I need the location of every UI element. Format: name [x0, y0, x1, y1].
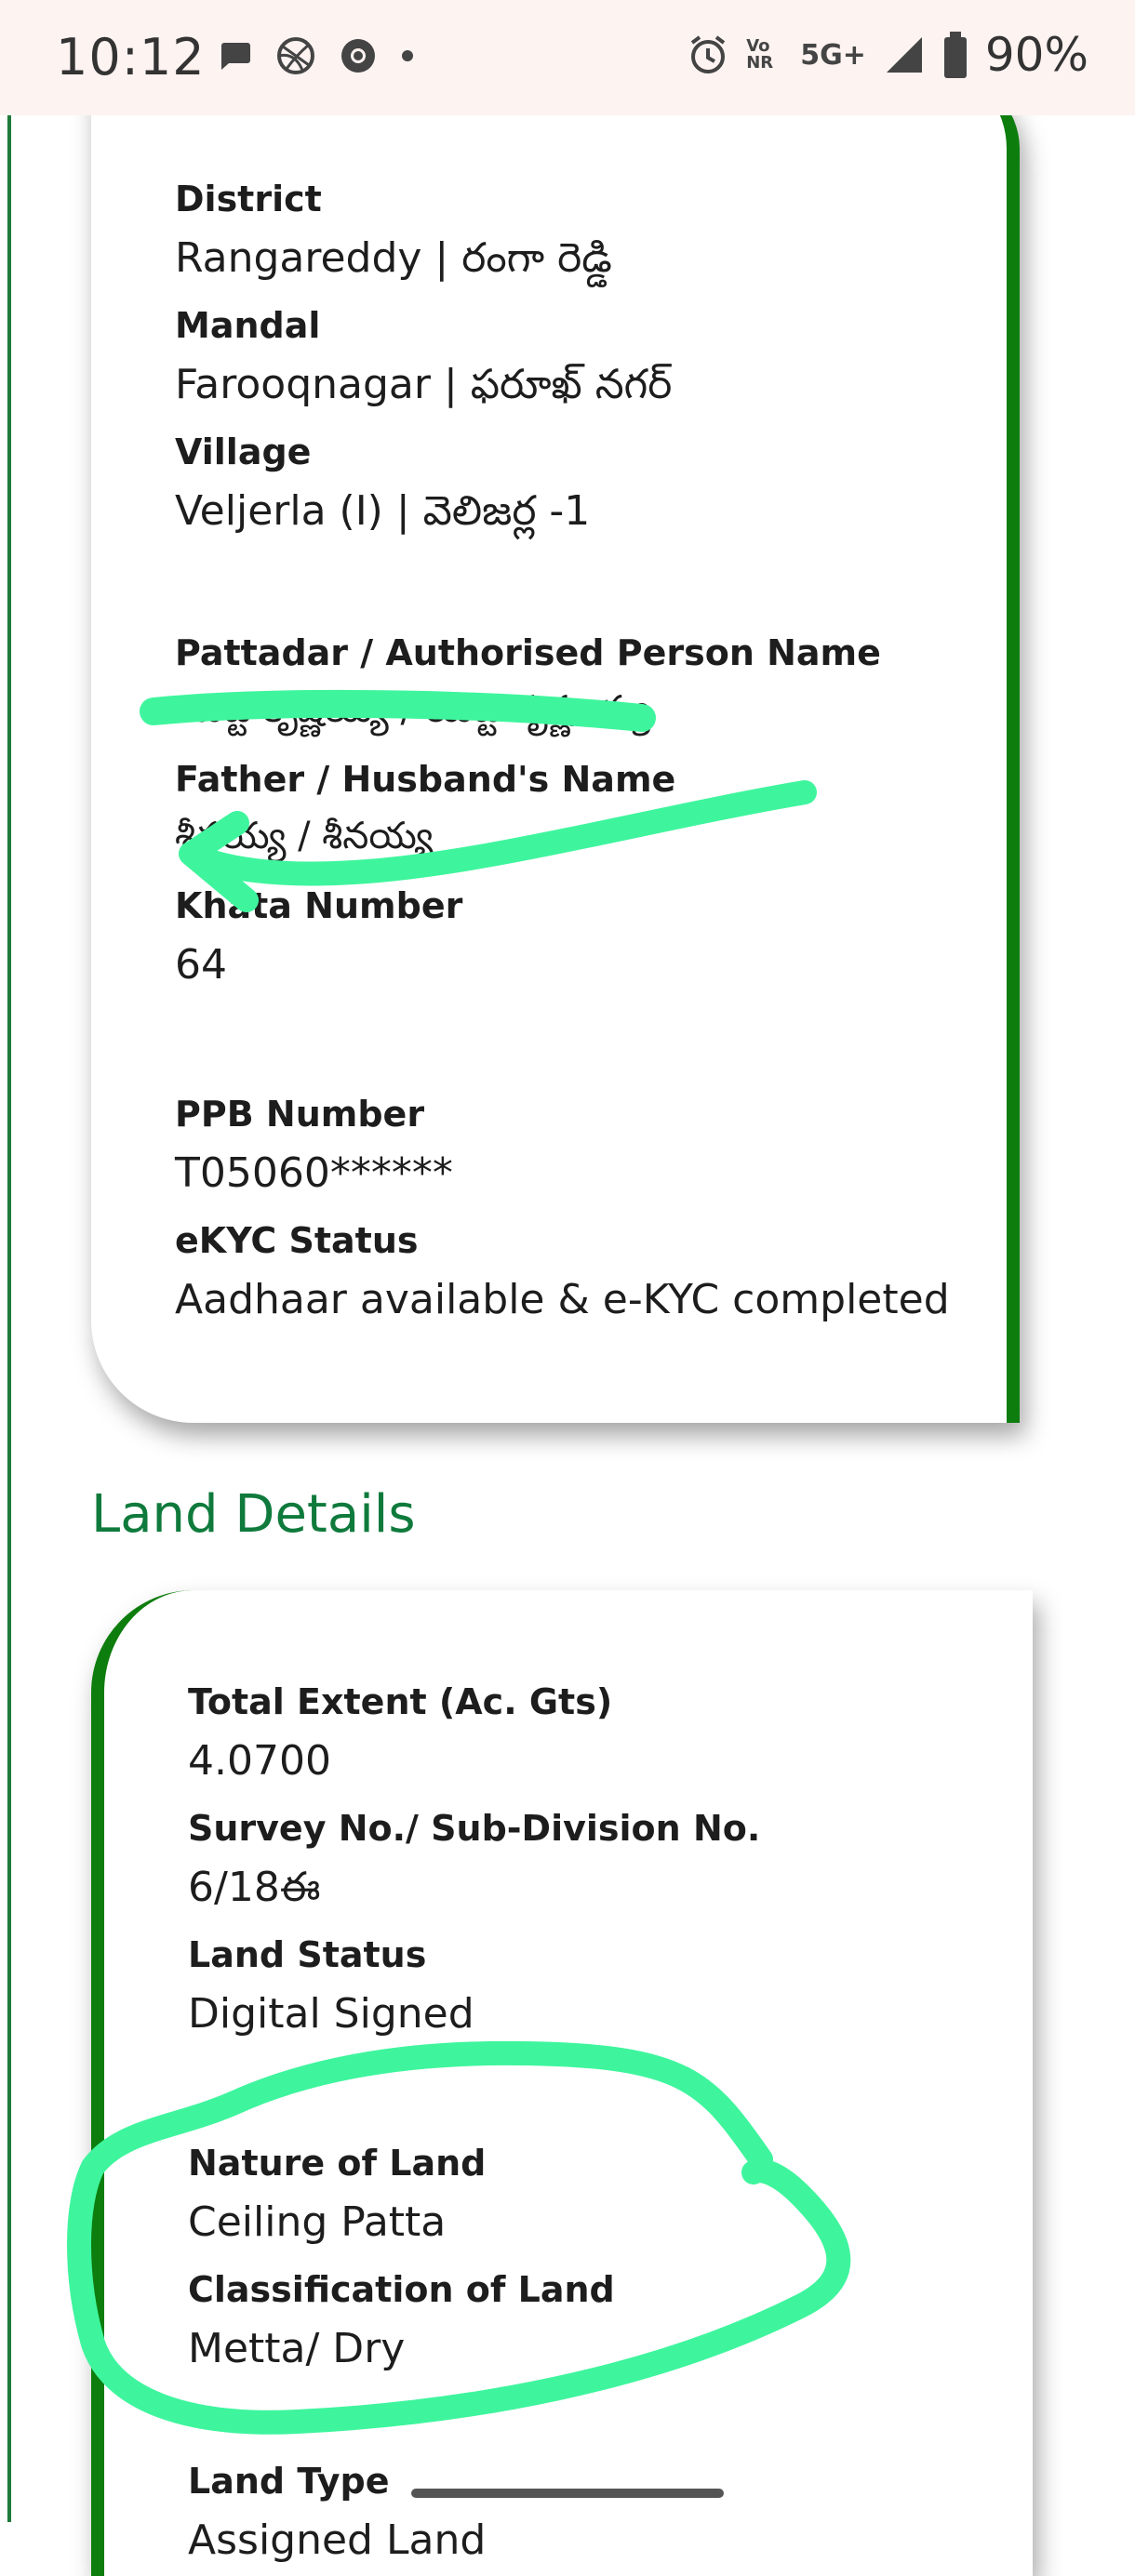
- pattadar-value: యట్ట కృష్ణయ్య / యట్ట కృష్ణ య్య: [175, 688, 651, 731]
- village-label: Village: [175, 432, 312, 472]
- classification-value: Metta/ Dry: [188, 2325, 406, 2372]
- survey-number-value: 6/18ఈ: [188, 1864, 321, 1911]
- home-indicator[interactable]: [411, 2489, 724, 2498]
- notification-icons: [216, 35, 415, 76]
- clock: 10:12: [56, 28, 206, 86]
- volte-indicator: Vo NR: [746, 36, 774, 73]
- owner-details-card: District Rangareddy | రంగా రెడ్డి Mandal…: [91, 74, 1020, 1423]
- land-status-value: Digital Signed: [188, 1990, 474, 2038]
- land-status-label: Land Status: [188, 1934, 427, 1975]
- total-extent-value: 4.0700: [188, 1737, 331, 1785]
- khata-number-label: Khata Number: [175, 885, 463, 926]
- status-bar: 10:12 Vo NR 5G+ 90%: [0, 0, 1135, 115]
- village-value: Veljerla (I) | వెలిజర్ల -1: [175, 487, 591, 535]
- ekyc-status-value: Aadhaar available & e-KYC completed: [175, 1276, 950, 1323]
- father-name-label: Father / Husband's Name: [175, 759, 676, 800]
- nature-of-land-label: Nature of Land: [188, 2143, 487, 2184]
- classification-label: Classification of Land: [188, 2269, 615, 2310]
- chrome-icon: [341, 39, 375, 73]
- khata-number-value: 64: [175, 941, 227, 989]
- mandal-label: Mandal: [175, 305, 321, 346]
- father-name-value: శీనయ్య / శీనయ్య: [175, 815, 434, 857]
- basketball-icon: [277, 37, 314, 74]
- alarm-icon: [691, 35, 726, 73]
- mandal-value: Farooqnagar | ఫరూఖ్ నగర్: [175, 361, 673, 408]
- left-border-rail: [7, 115, 11, 2522]
- battery-percent: 90%: [984, 28, 1088, 82]
- district-value: Rangareddy | రంగా రెడ్డి: [175, 234, 612, 282]
- system-icons: Vo NR 5G+ 90%: [687, 28, 1088, 82]
- pattadar-label: Pattadar / Authorised Person Name: [175, 632, 881, 673]
- ppb-number-value: T05060******: [175, 1149, 453, 1197]
- district-label: District: [175, 179, 322, 219]
- ppb-number-label: PPB Number: [175, 1094, 425, 1135]
- land-type-label: Land Type: [188, 2461, 390, 2502]
- network-type: 5G+: [800, 38, 866, 72]
- nature-of-land-value: Ceiling Patta: [188, 2198, 447, 2246]
- message-icon: [221, 43, 250, 70]
- battery-icon: [943, 32, 967, 78]
- total-extent-label: Total Extent (Ac. Gts): [188, 1681, 613, 1722]
- land-details-card: Total Extent (Ac. Gts) 4.0700 Survey No.…: [91, 1590, 1033, 2576]
- land-type-value: Assigned Land: [188, 2516, 487, 2564]
- ekyc-status-label: eKYC Status: [175, 1220, 419, 1261]
- land-details-heading: Land Details: [91, 1484, 416, 1545]
- survey-number-label: Survey No./ Sub-Division No.: [188, 1808, 761, 1849]
- dot-icon: [402, 50, 413, 61]
- signal-icon: [886, 37, 922, 73]
